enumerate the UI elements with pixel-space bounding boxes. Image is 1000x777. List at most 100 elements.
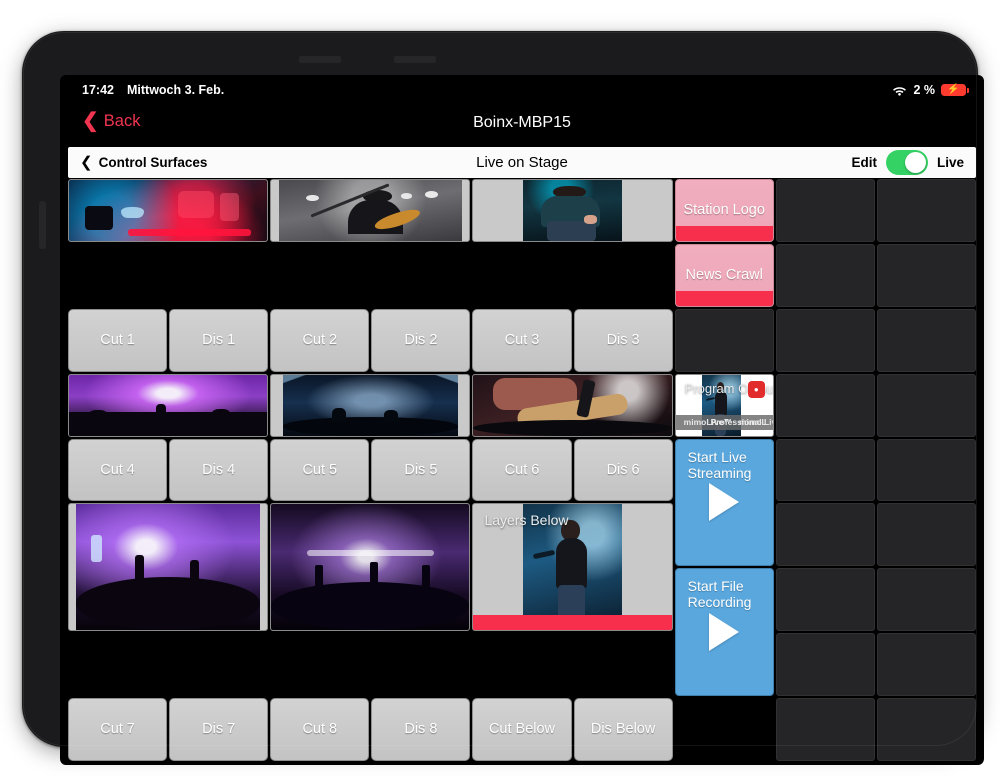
grid-cell-news-crawl[interactable]: News Crawl: [674, 243, 774, 307]
program-output-preview: Program Output●mimoLive™Professional Liv…: [675, 374, 773, 436]
thumbnail-artwork: [279, 180, 462, 241]
grid-cell-empty-9-1: [876, 179, 976, 242]
grid-cell-layers-below[interactable]: Layers Below: [472, 503, 673, 632]
cell-label: Dis 8: [404, 721, 438, 738]
cell-label: Dis 6: [606, 461, 640, 478]
grid-cell-cut-8[interactable]: Cut 8: [270, 698, 370, 761]
grid-cell-cut-4[interactable]: Cut 4: [68, 438, 168, 502]
grid-cell-program-output[interactable]: Program Output●mimoLive™Professional Liv…: [674, 373, 774, 437]
grid-cell-cut-6[interactable]: Cut 6: [472, 438, 572, 502]
grid-cell-empty-8-8: [775, 633, 875, 697]
cell-label: Start Live Streaming: [687, 448, 752, 481]
cell-label: Dis Below: [590, 721, 656, 738]
app-nav-bar: ❮ Back Boinx-MBP15: [60, 105, 984, 147]
battery-charging-icon: ⚡: [941, 84, 969, 96]
cell-label: Dis 5: [404, 461, 438, 478]
grid-cell-src-6[interactable]: [472, 373, 673, 437]
grid-cell-dis-3[interactable]: Dis 3: [573, 308, 673, 372]
ipad-screen: 17:42 Mittwoch 3. Feb. 2 % ⚡ ❮ Back Boin…: [60, 75, 984, 765]
grid-cell-src-2[interactable]: [270, 179, 471, 242]
video-thumbnail: [522, 180, 623, 241]
grid-cell-src-1[interactable]: [68, 179, 269, 242]
grid-cell-cut-below[interactable]: Cut Below: [472, 698, 572, 761]
grid-cell-empty-9-6: [876, 503, 976, 567]
thumbnail-artwork: [283, 374, 458, 436]
thumbnail-artwork: [69, 180, 268, 241]
grid-cell-empty-9-7: [876, 568, 976, 632]
surface-toolbar: ❮ Control Surfaces Live on Stage Edit Li…: [68, 147, 976, 178]
grid-cell-empty-9-9: [876, 698, 976, 761]
grid-cell-dis-7[interactable]: Dis 7: [169, 698, 269, 761]
thumbnail-artwork: [522, 180, 623, 241]
grid-cell-empty-9-5: [876, 438, 976, 502]
grid-cell-src-5[interactable]: [270, 373, 471, 437]
live-indicator-bar: [675, 290, 773, 306]
cell-label: Cut 8: [302, 721, 338, 738]
video-thumbnail: [279, 180, 462, 241]
grid-cell-start-live-streaming[interactable]: Start Live Streaming: [674, 438, 774, 567]
grid-cell-dis-6[interactable]: Dis 6: [573, 438, 673, 502]
page-title: Boinx-MBP15: [473, 114, 571, 131]
play-icon: [709, 483, 740, 522]
video-thumbnail: [473, 374, 672, 436]
toolbar-right-group: Edit Live: [851, 150, 964, 175]
thumbnail-artwork: [75, 504, 261, 631]
live-indicator-bar: [473, 615, 672, 631]
video-thumbnail: [271, 504, 470, 631]
cell-label: Dis 1: [202, 332, 236, 349]
cell-label: Cut 6: [504, 461, 540, 478]
cell-label: Cut 3: [504, 332, 540, 349]
grid-cell-empty-9-4: [876, 373, 976, 437]
grid-cell-empty-9-2: [876, 243, 976, 307]
grid-cell-cut-7[interactable]: Cut 7: [68, 698, 168, 761]
grid-cell-empty-8-1: [775, 179, 875, 242]
grid-cell-empty-9-3: [876, 308, 976, 372]
grid-cell-empty-8-4: [775, 373, 875, 437]
grid-cell-dis-1[interactable]: Dis 1: [169, 308, 269, 372]
grid-cell-station-logo[interactable]: Station Logo: [674, 179, 774, 242]
program-lower-third: mimoLive™Professional Live VideomimoL: [675, 414, 773, 430]
grid-cell-empty-8-5: [775, 438, 875, 502]
edit-live-toggle[interactable]: [885, 150, 928, 175]
grid-cell-dis-4[interactable]: Dis 4: [169, 438, 269, 502]
video-thumbnail: [283, 374, 458, 436]
grid-cell-empty-8-6: [775, 503, 875, 567]
grid-cell-dis-below[interactable]: Dis Below: [573, 698, 673, 761]
grid-cell-cut-3[interactable]: Cut 3: [472, 308, 572, 372]
volume-down-button[interactable]: [394, 56, 436, 63]
grid-cell-cut-5[interactable]: Cut 5: [270, 438, 370, 502]
thumbnail-artwork: [473, 374, 672, 436]
cell-label: News Crawl: [685, 266, 763, 283]
grid-cell-empty-8-7: [775, 568, 875, 632]
cell-label: Cut 4: [100, 461, 135, 478]
cell-label: Start File Recording: [687, 578, 752, 611]
cell-label: Cut 1: [100, 332, 135, 349]
grid-cell-dis-2[interactable]: Dis 2: [371, 308, 471, 372]
volume-up-button[interactable]: [299, 56, 341, 63]
play-icon: [709, 613, 740, 652]
grid-cell-empty-8-9: [775, 698, 875, 761]
grid-cell-empty-9-8: [876, 633, 976, 697]
live-indicator-bar: [675, 225, 773, 241]
video-thumbnail: [75, 504, 261, 631]
grid-cell-dis-8[interactable]: Dis 8: [371, 698, 471, 761]
grid-cell-start-file-recording[interactable]: Start File Recording: [674, 568, 774, 697]
grid-cell-dis-5[interactable]: Dis 5: [371, 438, 471, 502]
wifi-icon: [892, 85, 907, 96]
grid-cell-empty-8-3: [775, 308, 875, 372]
thumbnail-artwork: [271, 504, 470, 631]
battery-percent-label: 2 %: [913, 83, 935, 97]
grid-cell-src-8[interactable]: [270, 503, 471, 632]
lower-third-text-3: mimoL: [738, 417, 767, 428]
grid-cell-src-4[interactable]: [68, 373, 269, 437]
video-thumbnail: [69, 180, 268, 241]
grid-cell-cut-2[interactable]: Cut 2: [270, 308, 370, 372]
grid-cell-cut-1[interactable]: Cut 1: [68, 308, 168, 372]
grid-cell-src-3[interactable]: [472, 179, 673, 242]
grid-cell-src-7[interactable]: [68, 503, 269, 632]
cell-label: Layers Below: [484, 512, 569, 529]
cell-label: Cut 5: [302, 461, 338, 478]
status-bar-time: 17:42: [82, 83, 114, 97]
power-button[interactable]: [39, 201, 46, 249]
thumbnail-artwork: [69, 374, 268, 436]
